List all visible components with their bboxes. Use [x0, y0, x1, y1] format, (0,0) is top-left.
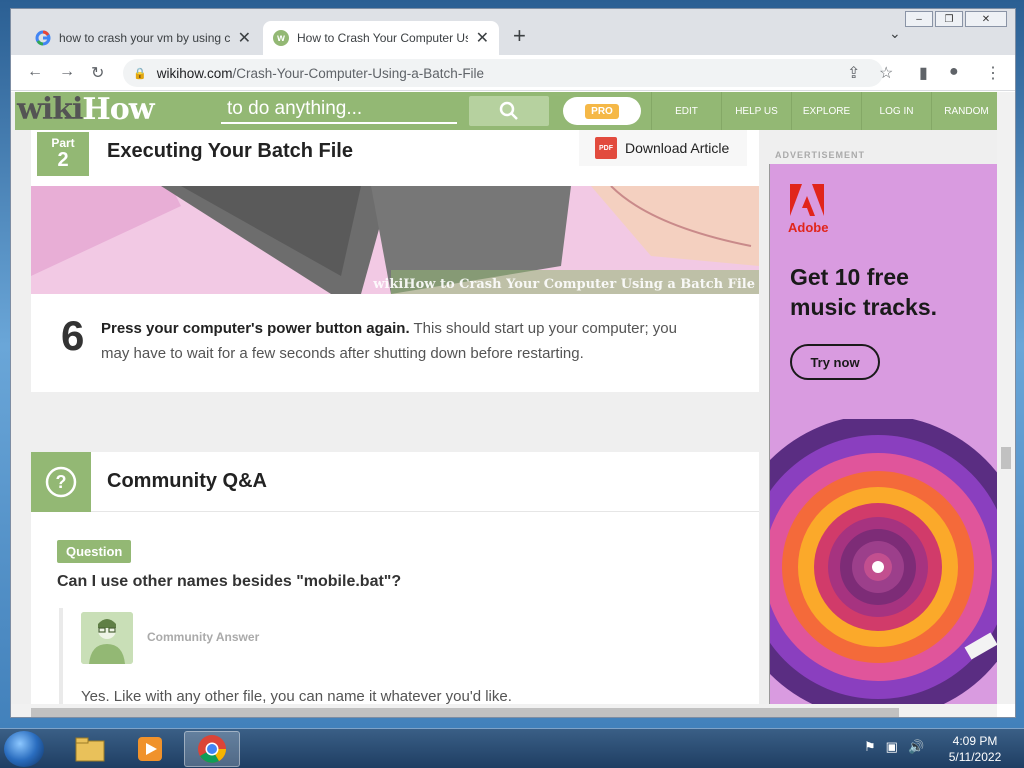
tab-title: How to Crash Your Computer Usi — [297, 31, 468, 45]
wikihow-favicon-icon: w — [273, 30, 289, 46]
tab-wikihow[interactable]: w How to Crash Your Computer Usi ✕ — [263, 21, 499, 55]
search-icon — [499, 101, 518, 120]
wikihow-nav: EDIT HELP US EXPLORE LOG IN RANDOM — [651, 92, 997, 130]
question-mark-icon: ? — [31, 452, 91, 512]
close-tab-icon[interactable]: ✕ — [476, 28, 489, 48]
google-icon — [35, 30, 51, 46]
adobe-logo-icon — [790, 184, 824, 216]
answer-block: Community Answer Yes. Like with any othe… — [59, 608, 749, 704]
network-icon[interactable]: ▣ — [886, 739, 898, 755]
step-bold-text: Press your computer's power button again… — [101, 320, 410, 337]
answer-text: Yes. Like with any other file, you can n… — [81, 688, 512, 704]
pro-label: PRO — [585, 103, 619, 119]
lock-icon[interactable]: 🔒 — [133, 67, 147, 80]
question-badge: Question — [57, 540, 132, 563]
image-watermark: wikiHow to Crash Your Computer Using a B… — [373, 277, 755, 292]
step-number: 6 — [61, 312, 85, 359]
nav-random[interactable]: RANDOM — [931, 92, 997, 130]
address-bar[interactable]: 🔒 wikihow.com /Crash-Your-Computer-Using… — [123, 59, 883, 87]
step-text: Press your computer's power button again… — [101, 316, 701, 366]
community-avatar — [81, 612, 133, 664]
close-window-button[interactable]: ✕ — [965, 11, 1007, 27]
logo-how-text: How — [82, 92, 154, 127]
tab-strip: how to crash your vm by using c ✕ w How … — [11, 9, 1015, 55]
adobe-brand: Adobe — [788, 220, 829, 235]
adobe-ad-banner[interactable]: Adobe Get 10 free music tracks. Try now — [769, 164, 997, 704]
url-host: wikihow.com — [156, 65, 233, 81]
download-label: Download Article — [625, 140, 730, 156]
qa-title: Community Q&A — [107, 470, 267, 492]
horizontal-scrollbar[interactable] — [11, 704, 997, 717]
ad-headline-line-1: Get 10 free — [790, 264, 909, 290]
qa-header: ? Community Q&A — [31, 452, 759, 512]
wikihow-logo[interactable]: wikiHow — [17, 92, 155, 127]
part-label: Part — [51, 136, 75, 150]
nav-explore[interactable]: EXPLORE — [791, 92, 861, 130]
taskbar: ⚑ ▣ 🔊 4:09 PM 5/11/2022 — [0, 728, 1024, 768]
new-tab-button[interactable]: + — [513, 23, 526, 49]
vertical-scroll-thumb[interactable] — [1001, 447, 1011, 469]
clock-date: 5/11/2022 — [948, 750, 1002, 764]
part-title: Executing Your Batch File — [107, 140, 353, 162]
part-number: 2 — [57, 149, 69, 171]
web-page: wikiHow to do anything... PRO EDIT HELP … — [11, 92, 997, 704]
folder-icon — [75, 737, 105, 762]
answer-author: Community Answer — [147, 630, 260, 644]
share-icon[interactable]: ⇪ — [847, 63, 860, 83]
step-card: Part 2 Executing Your Batch File PDF Dow… — [31, 130, 759, 392]
system-clock[interactable]: 4:09 PM 5/11/2022 — [940, 733, 1010, 765]
vinyl-record-illustration — [770, 419, 997, 704]
nav-edit[interactable]: EDIT — [651, 92, 721, 130]
try-now-button[interactable]: Try now — [790, 344, 880, 380]
question-text: Can I use other names besides "mobile.ba… — [57, 573, 402, 590]
search-input[interactable]: to do anything... — [221, 98, 457, 124]
ad-headline: Get 10 free music tracks. — [790, 262, 937, 322]
minimize-button[interactable]: – — [905, 11, 933, 27]
file-explorer-taskbar-button[interactable] — [62, 731, 118, 767]
action-center-flag-icon[interactable]: ⚑ — [864, 739, 876, 755]
system-tray: ⚑ ▣ 🔊 — [864, 739, 924, 755]
window-controls: – ❐ ✕ — [905, 11, 1007, 27]
tab-google-search[interactable]: how to crash your vm by using c ✕ — [25, 21, 261, 55]
profile-avatar-icon[interactable]: ● — [949, 63, 959, 81]
forward-arrow-icon[interactable]: → — [59, 63, 75, 81]
svg-text:?: ? — [56, 472, 67, 492]
part-badge: Part 2 — [37, 132, 89, 176]
logo-wiki-text: wiki — [17, 92, 83, 127]
volume-icon[interactable]: 🔊 — [908, 739, 924, 755]
search-button[interactable] — [469, 96, 549, 126]
download-article-button[interactable]: PDF Download Article — [579, 130, 747, 166]
ad-label: ADVERTISEMENT — [775, 150, 866, 160]
start-button[interactable] — [4, 731, 44, 767]
advertisement: ADVERTISEMENT Adobe Get 10 free music tr… — [769, 142, 997, 704]
more-menu-icon[interactable]: ⋮ — [985, 63, 1001, 83]
community-qa-section: ? Community Q&A Question Can I use other… — [31, 452, 759, 704]
nav-help-us[interactable]: HELP US — [721, 92, 791, 130]
step-illustration: wikiHow to Crash Your Computer Using a B… — [31, 186, 759, 294]
maximize-button[interactable]: ❐ — [935, 11, 963, 27]
clock-time: 4:09 PM — [952, 734, 998, 748]
vertical-scrollbar[interactable] — [997, 92, 1015, 704]
reload-icon[interactable]: ↻ — [91, 63, 104, 83]
media-player-taskbar-button[interactable] — [122, 731, 178, 767]
url-path: /Crash-Your-Computer-Using-a-Batch-File — [232, 65, 485, 81]
pdf-icon: PDF — [595, 137, 617, 159]
horizontal-scroll-thumb[interactable] — [31, 708, 899, 717]
close-tab-icon[interactable]: ✕ — [238, 28, 251, 48]
ad-headline-line-2: music tracks. — [790, 294, 938, 320]
bookmark-star-icon[interactable]: ☆ — [879, 63, 893, 83]
wikihow-header: wikiHow to do anything... PRO EDIT HELP … — [15, 92, 997, 130]
chrome-icon — [198, 735, 226, 763]
side-panel-icon[interactable]: ▮ — [919, 63, 928, 83]
browser-toolbar: ← → ↻ 🔒 wikihow.com /Crash-Your-Computer… — [11, 55, 1015, 91]
media-player-icon — [138, 737, 162, 761]
back-arrow-icon[interactable]: ← — [27, 63, 43, 81]
nav-log-in[interactable]: LOG IN — [861, 92, 931, 130]
chrome-taskbar-button[interactable] — [184, 731, 240, 767]
browser-window: how to crash your vm by using c ✕ w How … — [10, 8, 1016, 718]
tab-search-chevron-icon[interactable]: ⌄ — [889, 25, 901, 42]
tab-title: how to crash your vm by using c — [59, 31, 230, 45]
pro-button[interactable]: PRO — [563, 97, 641, 125]
